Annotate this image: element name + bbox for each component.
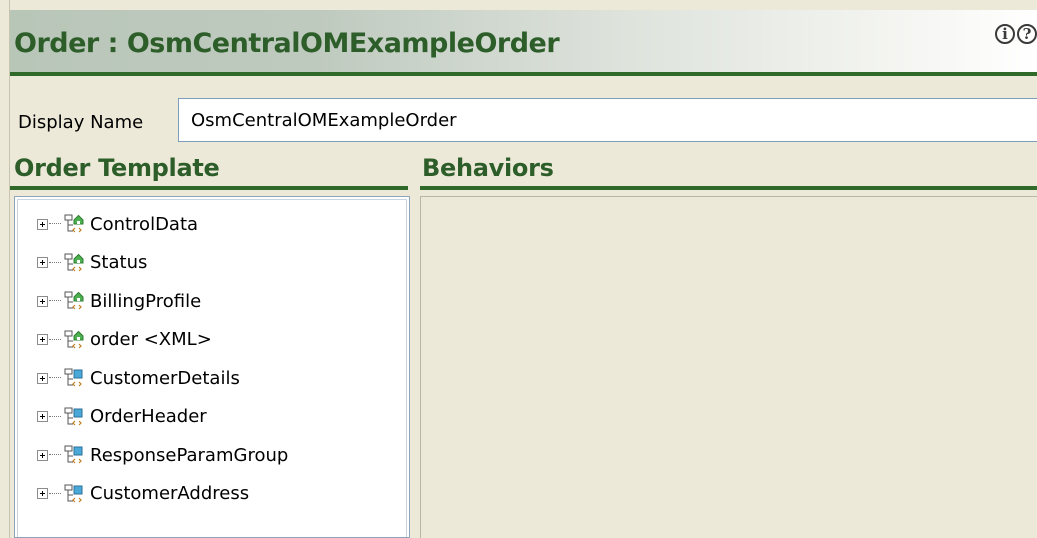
expand-plus-icon[interactable] bbox=[37, 372, 48, 384]
blue-data-node-icon bbox=[64, 368, 83, 387]
header-icons: i ? bbox=[995, 24, 1037, 44]
blue-data-node-icon bbox=[64, 407, 83, 425]
expand-plus-icon[interactable] bbox=[37, 488, 48, 499]
tree-connector bbox=[49, 377, 61, 379]
blue-data-node-icon bbox=[64, 445, 83, 464]
tree-connector bbox=[49, 261, 61, 264]
tree-item-label: Status bbox=[90, 252, 148, 273]
tree-connector bbox=[49, 223, 61, 225]
expand-plus-icon[interactable] bbox=[37, 295, 48, 307]
tree-item-label: OrderHeader bbox=[90, 406, 207, 427]
tree-item-label: ControlData bbox=[90, 213, 199, 235]
page-title: Order : OsmCentralOMExampleOrder bbox=[14, 28, 560, 59]
expand-plus-icon[interactable] bbox=[37, 334, 48, 345]
green-data-node-icon bbox=[64, 291, 84, 310]
expand-plus-icon[interactable] bbox=[37, 218, 48, 230]
green-data-node-icon bbox=[64, 253, 84, 271]
tree-connector bbox=[49, 454, 61, 456]
tree-item[interactable]: BillingProfile bbox=[37, 288, 201, 314]
tree-item[interactable]: Status bbox=[37, 250, 147, 276]
tree-item[interactable]: ControlData bbox=[37, 211, 198, 237]
tree-item-label: order <XML> bbox=[90, 329, 212, 350]
info-icon[interactable]: i bbox=[995, 24, 1015, 44]
tree-item-label: ResponseParamGroup bbox=[90, 444, 289, 466]
order-template-title: Order Template bbox=[14, 154, 220, 182]
tree-connector bbox=[49, 300, 61, 302]
tree-item[interactable]: OrderHeader bbox=[37, 404, 207, 430]
display-name-row: Display Name bbox=[10, 98, 1037, 144]
behaviors-panel[interactable] bbox=[420, 196, 1037, 538]
tree-item-label: BillingProfile bbox=[90, 290, 202, 312]
tree-item-label: CustomerAddress bbox=[90, 483, 250, 504]
editor-header: Order : OsmCentralOMExampleOrder i ? bbox=[10, 10, 1037, 72]
green-data-node-icon bbox=[64, 214, 84, 233]
expand-plus-icon[interactable] bbox=[37, 257, 48, 268]
tree-item[interactable]: CustomerDetails bbox=[37, 365, 240, 391]
expand-plus-icon[interactable] bbox=[37, 411, 48, 422]
tree-connector bbox=[49, 415, 61, 418]
display-name-field[interactable] bbox=[178, 98, 1037, 142]
order-editor: Order : OsmCentralOMExampleOrder i ? Dis… bbox=[10, 0, 1037, 538]
help-icon[interactable]: ? bbox=[1017, 24, 1037, 44]
tree-connector bbox=[49, 338, 61, 341]
tree-item[interactable]: CustomerAddress bbox=[37, 481, 249, 507]
behaviors-divider bbox=[420, 186, 1037, 190]
blue-data-node-icon bbox=[64, 484, 83, 502]
window-left-edge bbox=[0, 0, 10, 538]
order-template-tree[interactable]: ControlData Status BillingProfile order <XM… bbox=[14, 196, 410, 538]
tree-item-label: CustomerDetails bbox=[90, 367, 240, 389]
display-name-label: Display Name bbox=[18, 112, 144, 133]
tree-item[interactable]: order <XML> bbox=[37, 327, 212, 353]
tree-connector bbox=[49, 492, 61, 495]
green-data-node-icon bbox=[64, 330, 84, 348]
order-template-divider bbox=[10, 186, 408, 190]
tree-item[interactable]: ResponseParamGroup bbox=[37, 442, 288, 468]
header-divider bbox=[10, 72, 1037, 76]
behaviors-title: Behaviors bbox=[422, 154, 554, 182]
expand-plus-icon[interactable] bbox=[37, 449, 48, 461]
